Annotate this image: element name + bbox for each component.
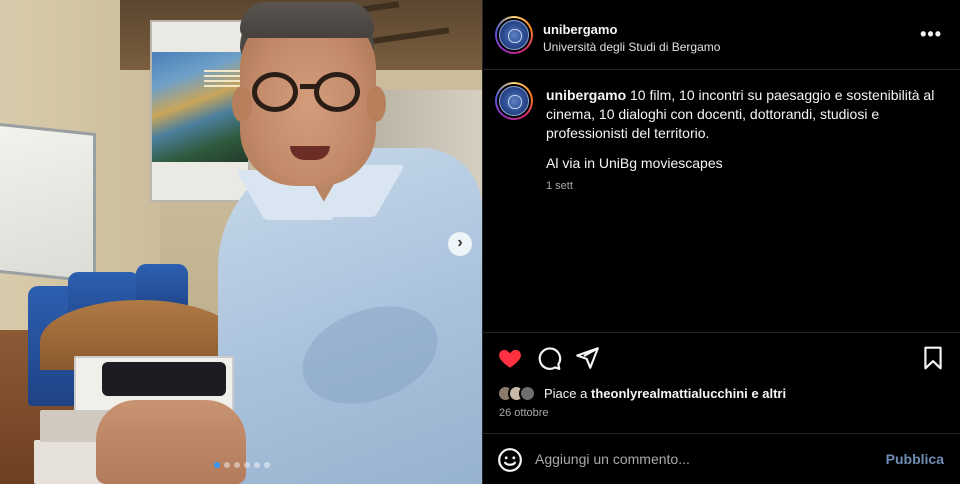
carousel-dot <box>234 462 240 468</box>
carousel-dot <box>264 462 270 468</box>
carousel-dot <box>254 462 260 468</box>
university-seal-icon <box>499 86 529 116</box>
post-image[interactable]: › <box>0 0 482 484</box>
bookmark-icon[interactable] <box>920 345 946 371</box>
avatar[interactable] <box>495 16 533 54</box>
liker-avatar <box>519 385 536 402</box>
more-options-icon[interactable]: ••• <box>920 24 942 45</box>
university-seal-icon <box>499 20 529 50</box>
publish-button[interactable]: Pubblica <box>886 451 944 467</box>
emoji-icon[interactable] <box>497 447 523 473</box>
header-username[interactable]: unibergamo <box>543 22 617 37</box>
caption: unibergamo 10 film, 10 incontri su paesa… <box>546 86 941 143</box>
post-date: 26 ottobre <box>499 407 549 419</box>
carousel-dot <box>224 462 230 468</box>
caption-line2: Al via in UniBg moviescapes <box>546 155 723 171</box>
comment-bar: Aggiungi un commento... Pubblica <box>483 433 960 483</box>
caption-username[interactable]: unibergamo <box>546 87 626 103</box>
carousel-next-icon[interactable]: › <box>448 232 472 256</box>
carousel-dot <box>214 462 220 468</box>
action-bar: Piace a theonlyrealmattialucchini e altr… <box>483 332 960 482</box>
carousel-dots <box>214 462 270 468</box>
liker-username[interactable]: theonlyrealmattialucchini <box>591 386 748 401</box>
comment-icon[interactable] <box>536 345 562 371</box>
likes-row: Piace a theonlyrealmattialucchini e altr… <box>497 385 786 402</box>
share-icon[interactable] <box>574 345 600 371</box>
caption-time: 1 sett <box>546 180 573 192</box>
carousel-dot <box>244 462 250 468</box>
likes-text[interactable]: Piace a theonlyrealmattialucchini e altr… <box>544 386 786 401</box>
header-subtitle: Università degli Studi di Bergamo <box>543 40 721 54</box>
post-panel: unibergamo Università degli Studi di Ber… <box>482 0 960 484</box>
likes-others[interactable]: e altri <box>751 386 786 401</box>
comment-input[interactable]: Aggiungi un commento... <box>535 451 690 467</box>
heart-filled-icon[interactable] <box>497 345 523 371</box>
post-header: unibergamo Università degli Studi di Ber… <box>483 0 960 70</box>
caption-avatar[interactable] <box>495 82 533 120</box>
